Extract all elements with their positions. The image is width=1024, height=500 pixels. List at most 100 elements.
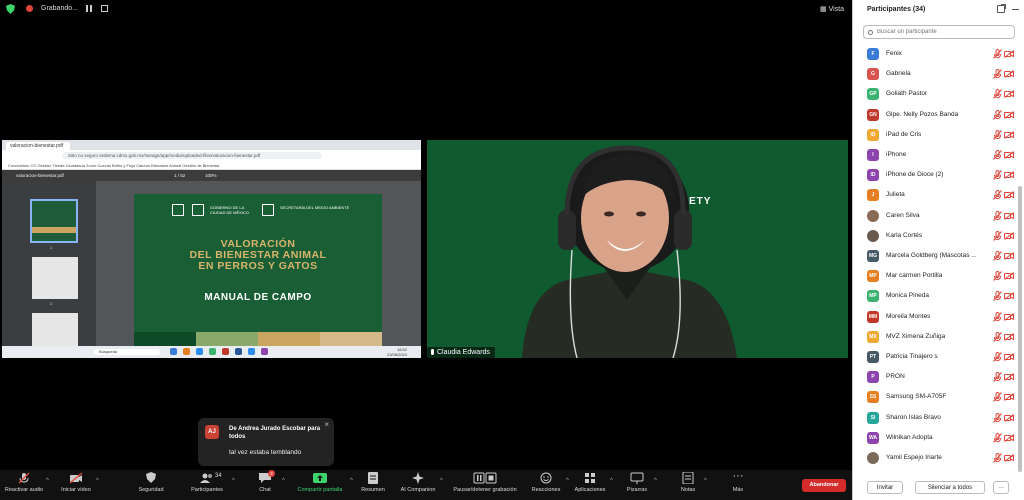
video-off-icon[interactable] [1004,110,1014,119]
muted-mic-icon[interactable] [993,372,1002,383]
participant-row[interactable]: Karla Cortés [853,226,1017,246]
stop-recording-icon[interactable] [101,5,108,12]
participant-row[interactable]: GP Goliath Pastor [853,84,1017,104]
summary-button[interactable]: Resumen [358,472,388,493]
participant-row[interactable]: F Fenix [853,44,1017,64]
reactions-chevron-icon[interactable]: ^ [566,478,569,484]
video-off-icon[interactable] [1004,252,1014,260]
participant-row[interactable]: ID iPad de Cris [853,125,1017,145]
audio-options-chevron-icon[interactable]: ^ [46,478,49,484]
chat-chevron-icon[interactable]: ^ [282,478,285,484]
muted-mic-icon[interactable] [993,150,1002,160]
scrollbar-thumb[interactable] [1018,186,1022,472]
unmute-button[interactable]: Reactivar audio [4,472,44,493]
video-off-icon[interactable] [1004,373,1014,382]
video-off-icon[interactable] [1004,50,1014,58]
video-off-icon[interactable] [1004,312,1014,321]
bookmarks-bar[interactable]: Condominio CG Gestion Tienda Ciudadana Z… [2,161,421,170]
video-off-icon[interactable] [1004,433,1014,442]
participant-row[interactable]: MP Mar carmen Portilla [853,266,1017,286]
participant-row[interactable]: J Julieta [853,185,1017,205]
teams-icon[interactable] [261,348,268,355]
mute-all-button[interactable]: Silenciar a todos [915,481,985,494]
video-off-icon[interactable] [1004,191,1014,200]
start-video-button[interactable]: Iniciar vídeo [56,472,96,493]
participant-row[interactable]: P PRON [853,367,1017,387]
file-explorer-icon[interactable] [170,348,177,355]
whiteboards-button[interactable]: Pizarras [622,472,652,493]
muted-mic-icon[interactable] [993,129,1002,140]
video-options-chevron-icon[interactable]: ^ [96,478,99,484]
invite-button[interactable]: Invitar [867,481,903,494]
pdf-zoom-level[interactable]: 100% [205,173,217,178]
ai-companion-chevron-icon[interactable]: ^ [440,478,443,484]
video-off-icon[interactable] [1004,413,1014,422]
video-off-icon[interactable] [1004,211,1014,220]
excel-icon[interactable] [209,348,216,355]
participant-row[interactable]: Caren Silva [853,206,1017,226]
participants-chevron-icon[interactable]: ^ [232,478,235,484]
chat-button[interactable]: 2 Chat [250,470,280,493]
muted-mic-icon[interactable] [993,352,1002,362]
muted-mic-icon[interactable] [993,49,1002,59]
close-icon[interactable]: × [324,420,329,429]
participant-search[interactable] [863,25,1015,39]
apps-chevron-icon[interactable]: ^ [610,478,613,484]
word-icon[interactable] [235,348,242,355]
video-off-icon[interactable] [1004,353,1014,361]
share-screen-button[interactable]: Compartir pantalla [292,472,348,493]
taskbar-clock[interactable]: 18:52 23/08/2024 [387,347,407,357]
shield-icon[interactable] [6,4,15,14]
share-options-chevron-icon[interactable]: ^ [350,478,353,484]
participant-row[interactable]: MM Moreila Montes [853,307,1017,327]
muted-mic-icon[interactable] [993,109,1002,120]
muted-mic-icon[interactable] [993,190,1002,201]
zoom-app-icon[interactable] [248,348,255,355]
notes-button[interactable]: Notas [674,472,702,493]
participant-row[interactable]: G Gabriela [853,64,1017,84]
pause-recording-icon[interactable] [86,5,93,12]
notes-chevron-icon[interactable]: ^ [704,478,707,484]
muted-mic-icon[interactable] [993,291,1002,302]
panel-more-button[interactable]: ··· [993,481,1009,494]
address-field[interactable]: Sitio no seguro sedema.cdmx.gob.mx/stora… [62,152,322,159]
muted-mic-icon[interactable] [993,432,1002,443]
video-off-icon[interactable] [1004,393,1014,402]
mail-icon[interactable] [196,348,203,355]
participant-row[interactable]: SI Sharon Islas Bravo [853,408,1017,428]
participant-row[interactable]: ID iPhone de Dioce (2) [853,165,1017,185]
muted-mic-icon[interactable] [993,311,1002,322]
participant-row[interactable]: MG Marcela Goldberg (Mascotas ... [853,246,1017,266]
ai-companion-button[interactable]: AI Companion [396,472,440,493]
whiteboards-chevron-icon[interactable]: ^ [654,478,657,484]
video-off-icon[interactable] [1004,70,1014,79]
popout-icon[interactable] [997,4,1006,13]
pdf-page-indicator[interactable]: 1 / 52 [174,173,185,178]
muted-mic-icon[interactable] [993,453,1002,463]
participant-row[interactable]: IiPhone [853,145,1017,165]
minimize-icon[interactable] [1012,9,1019,10]
chat-notification[interactable]: AJ De Andrea Jurado Escobar para todos t… [198,418,334,466]
muted-mic-icon[interactable] [993,210,1002,221]
pause-stop-recording-button[interactable]: Pausar/detener grabación [450,472,520,493]
video-off-icon[interactable] [1004,332,1014,341]
participant-row[interactable]: MX MVZ Ximena Zuñiga [853,327,1017,347]
muted-mic-icon[interactable] [993,89,1002,100]
muted-mic-icon[interactable] [993,170,1002,181]
participant-row[interactable]: MP Monica Pineda [853,286,1017,306]
more-button[interactable]: ··· Más [726,471,750,494]
muted-mic-icon[interactable] [993,230,1002,241]
participant-video-tile[interactable]: CIETY AL Claudia Edwards [427,140,848,358]
view-button[interactable]: ▦ Vista [820,5,844,13]
leave-meeting-button[interactable]: Abandonar [802,479,846,492]
browser-tab[interactable]: valoracion-bienestar.pdf [6,142,70,150]
participant-row[interactable]: WA Wilnikan Adopta [853,428,1017,448]
thumbnail-page-2[interactable] [32,257,78,299]
participants-button[interactable]: 34 Participantes [186,472,228,493]
muted-mic-icon[interactable] [993,412,1002,423]
participant-row[interactable]: PT Patricia Tinajero s [853,347,1017,367]
security-button[interactable]: Seguridad [130,472,172,493]
pdf-app-icon[interactable] [222,348,229,355]
muted-mic-icon[interactable] [993,331,1002,342]
participant-row[interactable]: SS Samsung SM-A705F [853,387,1017,407]
